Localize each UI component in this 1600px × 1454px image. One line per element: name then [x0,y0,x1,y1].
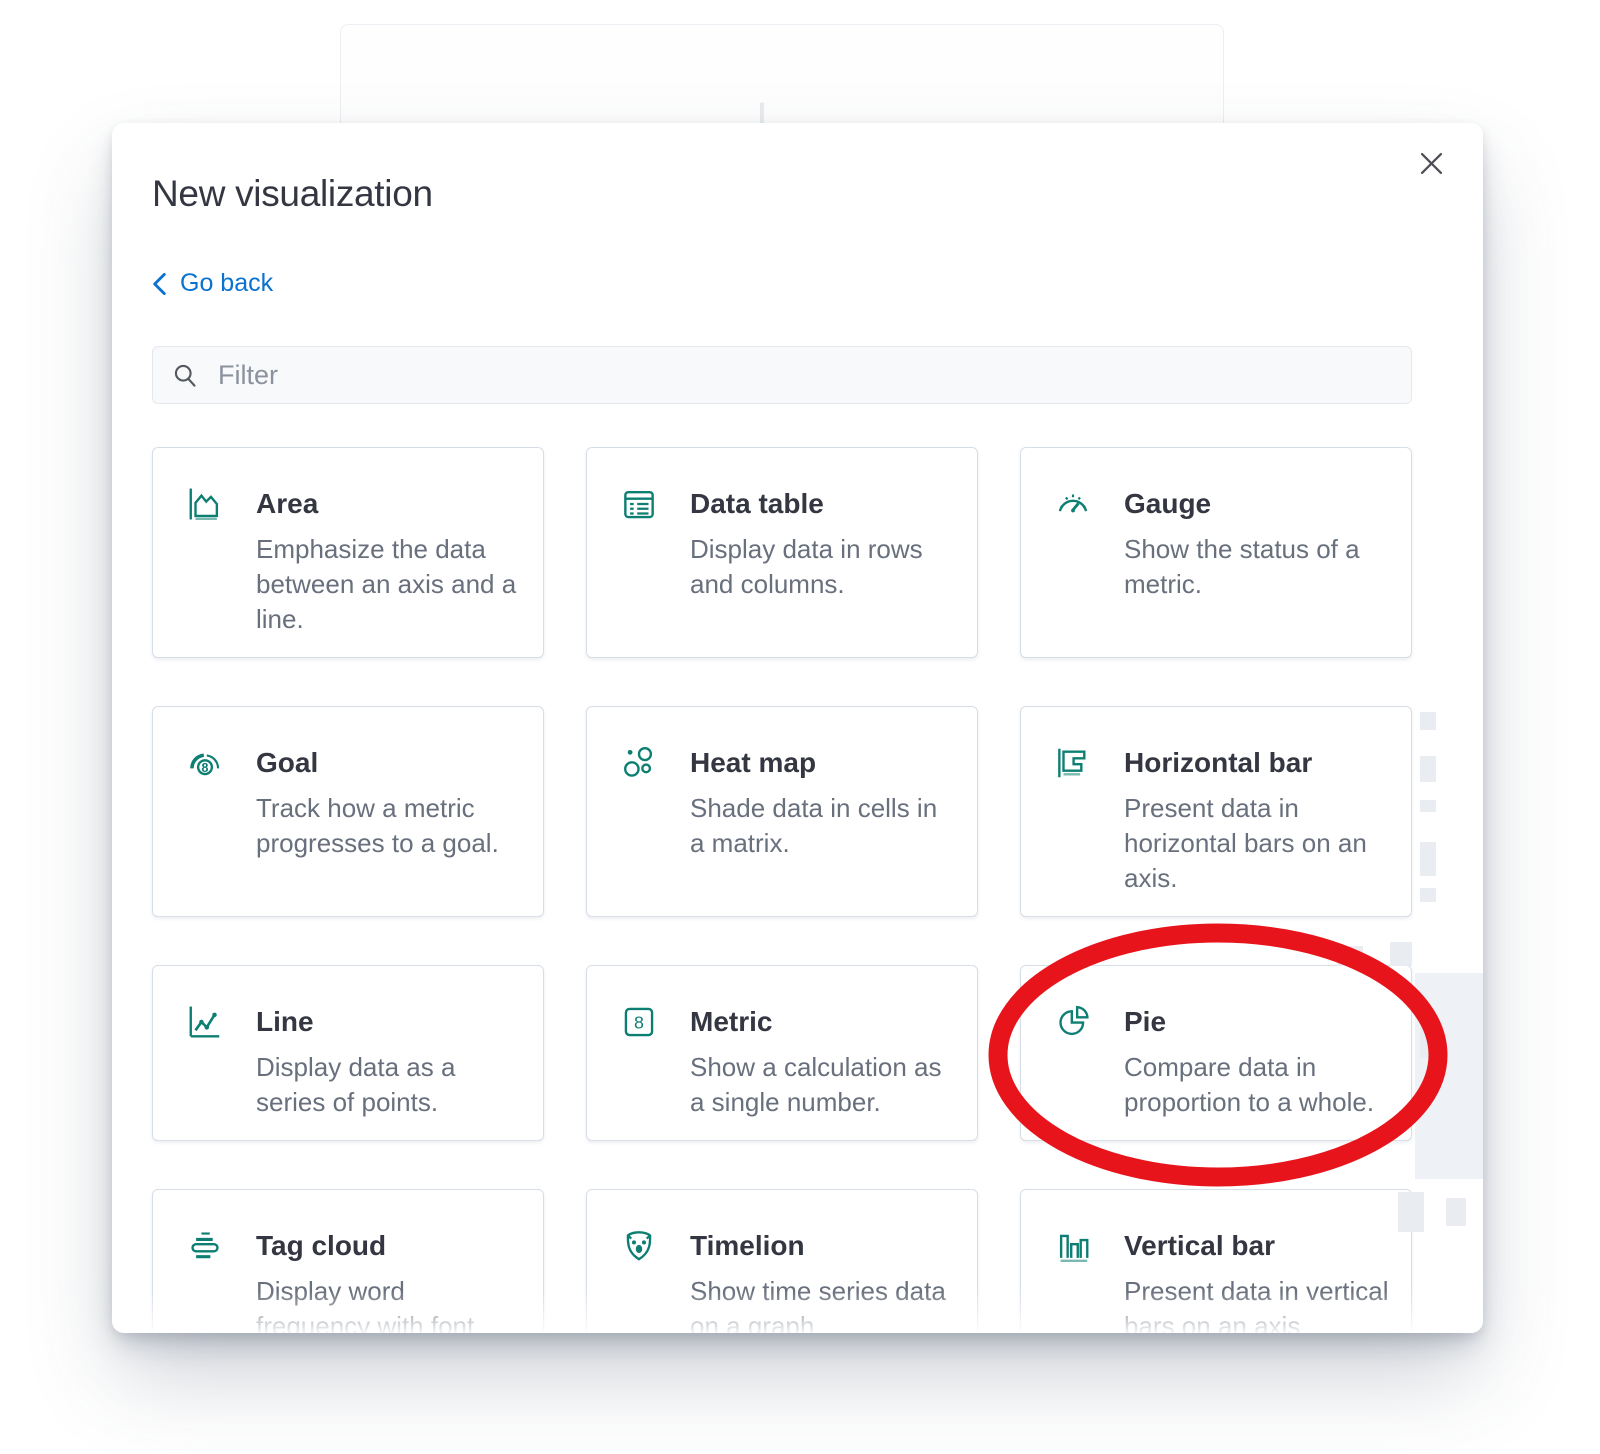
data-table-icon [620,485,658,523]
area-chart-icon [186,485,224,523]
heat-map-icon [620,744,658,782]
vertical-bar-icon [1054,1227,1092,1265]
viz-card-horizontal-bar[interactable]: Horizontal bar Present data in horizontal… [1020,706,1412,917]
card-title: Data table [690,484,824,524]
viz-card-metric[interactable]: 8 Metric Show a calculation as a single nu… [586,965,978,1141]
go-back-link[interactable]: Go back [152,269,273,298]
card-title: Area [256,484,318,524]
card-title: Horizontal bar [1124,743,1312,783]
line-chart-icon [186,1003,224,1041]
card-header: Gauge [1054,484,1389,524]
card-header: 8 Goal [186,743,521,783]
card-title: Metric [690,1002,772,1042]
card-description: Compare data in proportion to a whole. [1124,1050,1389,1120]
card-header: Vertical bar [1054,1226,1389,1266]
viz-card-goal[interactable]: 8 Goal Track how a metric progresses to a … [152,706,544,917]
card-description: Shade data in cells in a matrix. [690,791,955,861]
filter-field [152,346,1412,404]
card-title: Tag cloud [256,1226,386,1266]
card-header: Heat map [620,743,955,783]
filter-input[interactable] [199,347,1411,403]
viz-card-timelion[interactable]: Timelion Show time series data on a graph [586,1189,978,1333]
card-description: Display data in rows and columns. [690,532,955,602]
card-title: Gauge [1124,484,1211,524]
card-header: Pie [1054,1002,1389,1042]
viz-card-line[interactable]: Line Display data as a series of points. [152,965,544,1141]
timelion-icon [620,1227,658,1265]
goal-icon: 8 [186,744,224,782]
visualization-grid: Area Emphasize the data between an axis a… [152,447,1412,1333]
metric-icon: 8 [620,1003,658,1041]
viz-card-area[interactable]: Area Emphasize the data between an axis a… [152,447,544,658]
card-header: Horizontal bar [1054,743,1389,783]
close-button[interactable] [1409,141,1453,185]
horizontal-bar-icon [1054,744,1092,782]
card-title: Vertical bar [1124,1226,1275,1266]
card-description: Display word frequency with font size [256,1274,521,1333]
card-title: Heat map [690,743,816,783]
card-description: Show a calculation as a single number. [690,1050,955,1120]
card-description: Present data in horizontal bars on an ax… [1124,791,1389,896]
card-header: Line [186,1002,521,1042]
card-title: Timelion [690,1226,805,1266]
card-title: Line [256,1002,314,1042]
new-visualization-modal: New visualization Go back Area Emphasize … [112,123,1483,1333]
pie-chart-icon [1054,1003,1092,1041]
modal-title: New visualization [152,173,433,215]
svg-text:8: 8 [202,761,209,775]
viz-card-data-table[interactable]: Data table Display data in rows and colum… [586,447,978,658]
card-title: Goal [256,743,318,783]
card-header: Area [186,484,521,524]
viz-card-vertical-bar[interactable]: Vertical bar Present data in vertical bar… [1020,1189,1412,1333]
viz-card-heat-map[interactable]: Heat map Shade data in cells in a matrix. [586,706,978,917]
tag-cloud-icon [186,1227,224,1265]
card-description: Display data as a series of points. [256,1050,521,1120]
card-description: Show the status of a metric. [1124,532,1389,602]
go-back-label: Go back [180,269,273,298]
card-description: Present data in vertical bars on an axis [1124,1274,1389,1333]
card-description: Emphasize the data between an axis and a… [256,532,521,637]
close-icon [1418,150,1445,177]
card-header: 8 Metric [620,1002,955,1042]
svg-text:8: 8 [634,1013,644,1033]
card-description: Track how a metric progresses to a goal. [256,791,521,861]
viz-card-gauge[interactable]: Gauge Show the status of a metric. [1020,447,1412,658]
card-description: Show time series data on a graph [690,1274,955,1333]
gauge-icon [1054,485,1092,523]
card-header: Tag cloud [186,1226,521,1266]
card-header: Timelion [620,1226,955,1266]
chevron-left-icon [152,272,167,296]
card-title: Pie [1124,1002,1166,1042]
card-header: Data table [620,484,955,524]
search-icon [172,362,199,389]
viz-card-tag-cloud[interactable]: Tag cloud Display word frequency with fon… [152,1189,544,1333]
viz-card-pie[interactable]: Pie Compare data in proportion to a whole… [1020,965,1412,1141]
